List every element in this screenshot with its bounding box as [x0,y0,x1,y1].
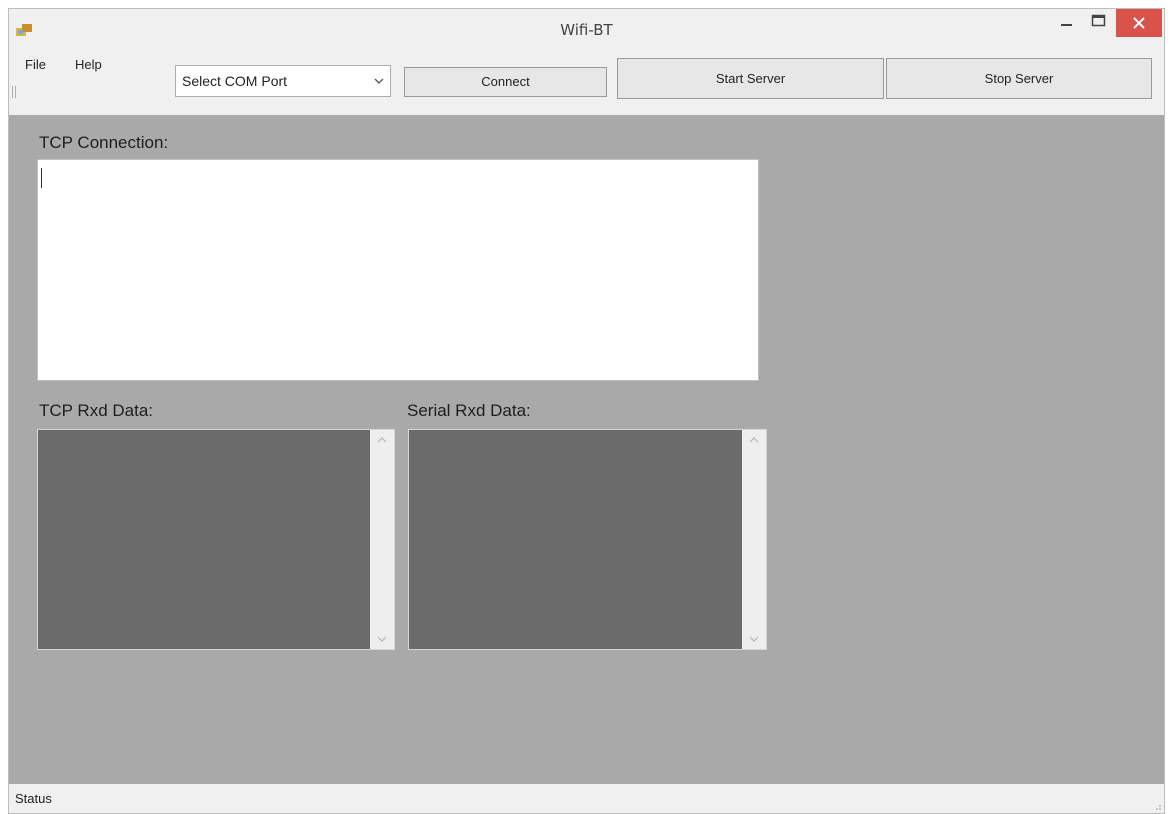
maximize-icon [1091,14,1106,27]
status-bar: Status [9,784,1164,813]
toolbar: File Help Select COM Port Connect Start … [9,51,1164,115]
tcp-rxd-label: TCP Rxd Data: [39,401,154,420]
menu-file[interactable]: File [25,57,46,72]
serial-rxd-label: Serial Rxd Data: [407,401,531,420]
tcp-rxd-scrollbar[interactable] [370,430,394,649]
maximize-button[interactable] [1082,9,1116,37]
scroll-up-icon[interactable] [377,436,387,444]
app-window: Wifi-BT File Help Select COM Port Connec… [8,8,1165,814]
com-port-select[interactable]: Select COM Port [175,65,391,97]
serial-rxd-textbox[interactable] [408,429,767,650]
tcp-connection-label: TCP Connection: [39,133,169,152]
title-bar[interactable]: Wifi-BT [9,9,1164,51]
status-text: Status [15,791,52,806]
minimize-button[interactable] [1052,9,1082,37]
window-title: Wifi-BT [560,21,613,39]
text-caret [41,168,42,188]
toolbar-grip-icon [12,86,16,98]
close-button[interactable] [1116,9,1162,37]
start-server-button[interactable]: Start Server [617,58,884,99]
close-icon [1133,17,1145,29]
tcp-rxd-textbox[interactable] [37,429,395,650]
resize-grip-icon[interactable] [1152,801,1162,811]
scroll-down-icon[interactable] [377,635,387,643]
serial-rxd-scrollbar[interactable] [742,430,766,649]
stop-server-button[interactable]: Stop Server [886,58,1152,99]
scroll-up-icon[interactable] [749,436,759,444]
com-port-select-value: Select COM Port [182,73,288,89]
tcp-connection-textbox[interactable] [37,159,759,381]
minimize-icon [1061,24,1072,26]
scroll-down-icon[interactable] [749,635,759,643]
connect-button[interactable]: Connect [404,67,607,97]
chevron-down-icon [374,78,384,84]
menu-help[interactable]: Help [75,57,102,72]
